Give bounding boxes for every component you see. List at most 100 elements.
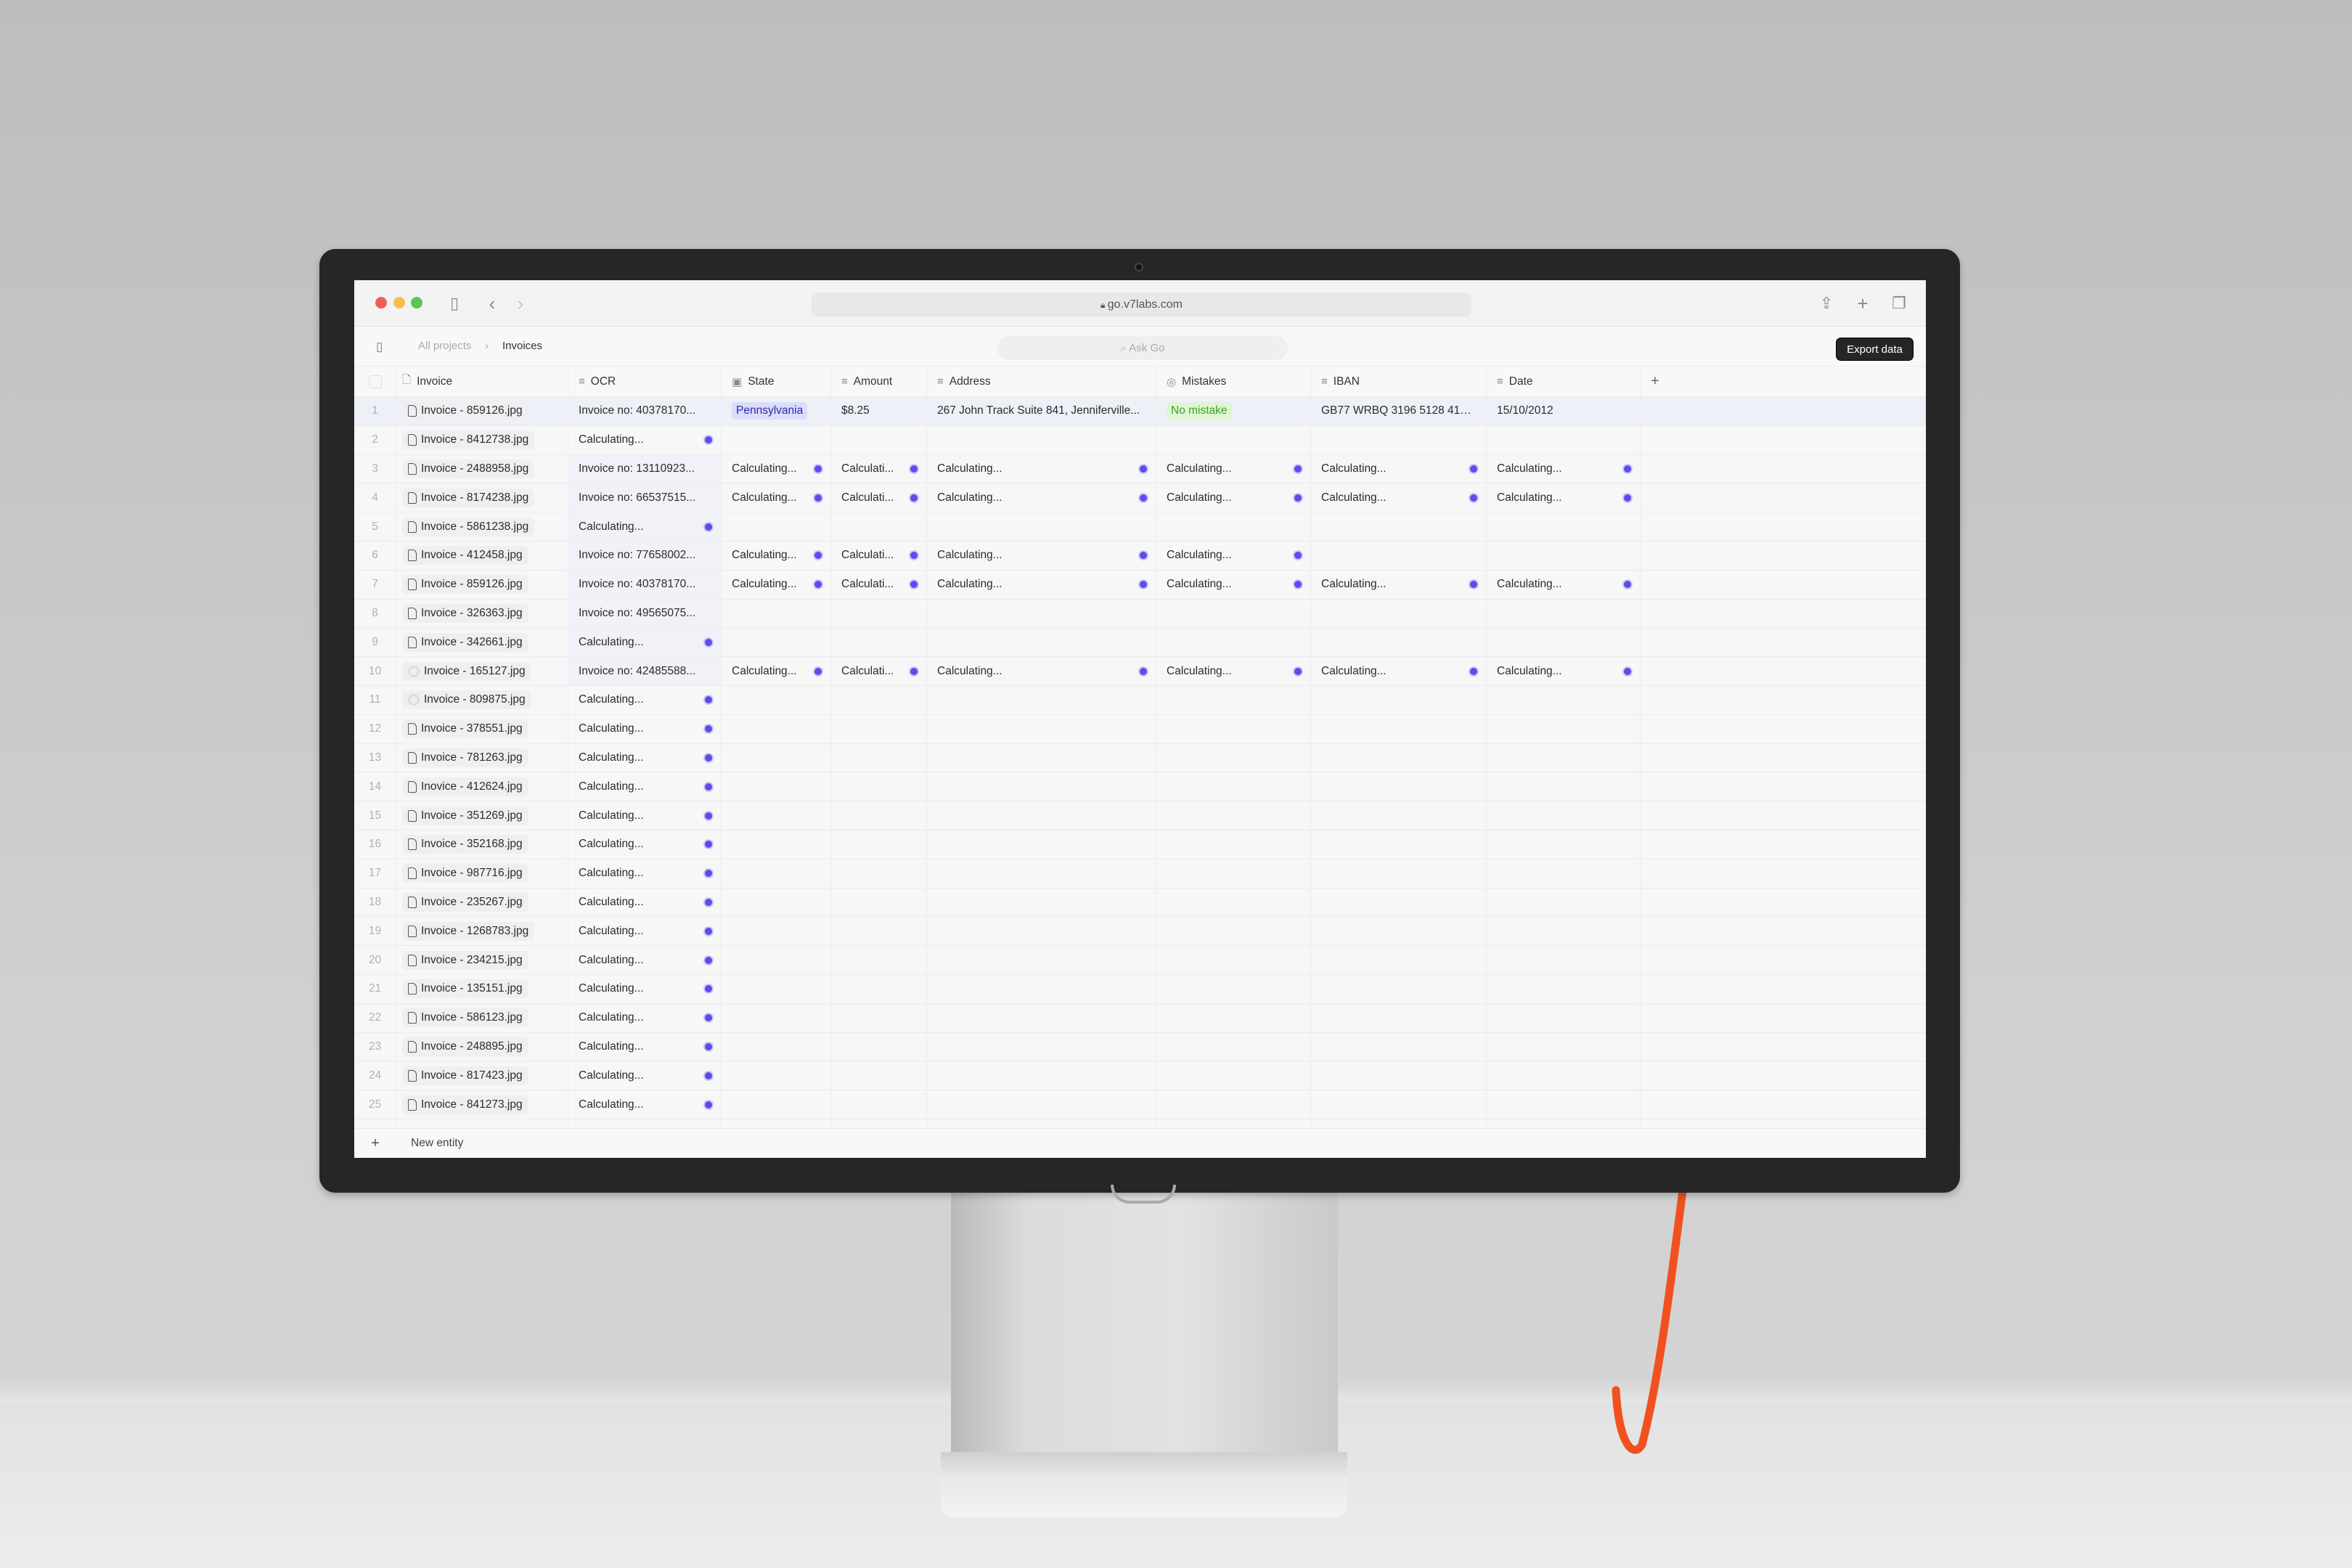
invoice-cell[interactable]: Invoice - 2488958.jpg [396,454,568,483]
table-row[interactable]: 15 Invoice - 351269.jpg Calculating... [354,801,1926,830]
cell-state[interactable]: Calculating... [722,483,831,513]
cell-mistakes[interactable] [1156,685,1311,714]
cell-iban[interactable] [1311,830,1487,859]
cell-state[interactable] [722,1032,831,1061]
table-row[interactable]: 14 Inovice - 412624.jpg Calculating... [354,772,1926,802]
invoice-cell[interactable]: Invoice - 378551.jpg [396,714,568,743]
file-chip[interactable]: Invoice - 412458.jpg [402,546,528,565]
cell-ocr[interactable]: Calculating... [568,1032,722,1061]
cell-address[interactable] [927,714,1156,743]
table-row[interactable]: 20 Invoice - 234215.jpg Calculating... [354,946,1926,975]
file-chip[interactable]: Invoice - 2488958.jpg [402,459,535,478]
cell-date[interactable] [1487,946,1641,974]
cell-date[interactable] [1487,743,1641,772]
invoice-cell[interactable]: Invoice - 859126.jpg [396,570,568,599]
cell-ocr[interactable]: Invoice no: 66537515... [568,483,722,513]
cell-amount[interactable] [831,425,927,454]
cell-date[interactable] [1487,714,1641,743]
invoice-cell[interactable]: Invoice - 1268783.jpg [396,917,568,946]
cell-amount[interactable] [831,599,927,628]
cell-address[interactable] [927,1032,1156,1061]
cell-mistakes[interactable] [1156,946,1311,974]
cell-iban[interactable] [1311,743,1487,772]
cell-date[interactable] [1487,772,1641,801]
panel-toggle-icon[interactable]: ▯ [376,340,383,354]
cell-address[interactable] [927,628,1156,657]
cell-date[interactable] [1487,1090,1641,1119]
cell-address[interactable]: Calculating... [927,541,1156,570]
invoice-cell[interactable]: Invoice - 817423.jpg [396,1061,568,1090]
table-row[interactable]: 9 Invoice - 342661.jpg Calculating... [354,628,1926,658]
cell-ocr[interactable]: Calculating... [568,513,722,541]
invoice-cell[interactable]: Invoice - 987716.jpg [396,859,568,888]
cell-amount[interactable] [831,628,927,657]
table-row[interactable]: 13 Invoice - 781263.jpg Calculating... [354,743,1926,773]
cell-address[interactable] [927,1090,1156,1119]
file-chip[interactable]: Invoice - 235267.jpg [402,892,528,912]
table-row[interactable]: 16 Invoice - 352168.jpg Calculating... [354,830,1926,859]
cell-mistakes[interactable] [1156,425,1311,454]
file-chip[interactable]: Invoice - 841273.jpg [402,1095,528,1114]
cell-mistakes[interactable] [1156,1032,1311,1061]
table-row[interactable]: 2 Invoice - 8412738.jpg Calculating... [354,425,1926,455]
cell-iban[interactable] [1311,859,1487,888]
cell-address[interactable]: Calculating... [927,570,1156,599]
cell-mistakes[interactable] [1156,772,1311,801]
cell-ocr[interactable]: Calculating... [568,946,722,974]
column-header-invoice[interactable]: 🗋︎ Invoice [396,367,568,396]
cell-mistakes[interactable]: No mistake [1156,397,1311,425]
cell-mistakes[interactable] [1156,830,1311,859]
cell-ocr[interactable]: Invoice no: 42485588... [568,657,722,685]
column-header-ocr[interactable]: ≡ OCR [568,367,722,396]
invoice-cell[interactable]: Invoice - 809875.jpg [396,685,568,714]
table-row[interactable]: 23 Invoice - 248895.jpg Calculating... [354,1032,1926,1062]
cell-iban[interactable] [1311,685,1487,714]
cell-ocr[interactable]: Invoice no: 77658002... [568,541,722,570]
column-header-date[interactable]: ≡ Date [1487,367,1641,396]
invoice-cell[interactable]: Invoice - 586123.jpg [396,1003,568,1032]
cell-amount[interactable]: Calculati... [831,454,927,483]
cell-state[interactable] [722,425,831,454]
cell-amount[interactable] [831,974,927,1003]
table-row[interactable]: 10 Invoice - 165127.jpg Invoice no: 424855… [354,657,1926,686]
cell-state[interactable]: Calculating... [722,454,831,483]
invoice-cell[interactable]: Invoice - 342661.jpg [396,628,568,657]
cell-date[interactable] [1487,888,1641,917]
cell-state[interactable] [722,714,831,743]
cell-mistakes[interactable]: Calculating... [1156,454,1311,483]
cell-address[interactable] [927,830,1156,859]
cell-iban[interactable] [1311,1090,1487,1119]
cell-ocr[interactable]: Calculating... [568,714,722,743]
cell-ocr[interactable]: Invoice no: 13110923... [568,454,722,483]
file-chip[interactable]: Invoice - 781263.jpg [402,748,528,767]
invoice-cell[interactable]: Invoice - 352168.jpg [396,830,568,859]
cell-iban[interactable] [1311,801,1487,830]
cell-iban[interactable] [1311,888,1487,917]
new-entity-button[interactable]: New entity [411,1137,463,1150]
cell-state[interactable]: Pennsylvania [722,397,831,425]
invoice-cell[interactable]: Invoice - 326363.jpg [396,599,568,628]
cell-address[interactable] [927,772,1156,801]
file-chip[interactable]: Invoice - 135151.jpg [402,979,528,999]
cell-amount[interactable] [831,1003,927,1032]
table-row[interactable]: 22 Invoice - 586123.jpg Calculating... [354,1003,1926,1033]
file-chip[interactable]: Invoice - 8174238.jpg [402,488,535,507]
cell-ocr[interactable]: Calculating... [568,859,722,888]
cell-state[interactable] [722,946,831,974]
cell-amount[interactable] [831,859,927,888]
cell-state[interactable]: Calculating... [722,570,831,599]
cell-date[interactable] [1487,974,1641,1003]
invoice-cell[interactable]: Invoice - 8174238.jpg [396,483,568,513]
cell-state[interactable] [722,859,831,888]
file-chip[interactable]: Inovice - 412624.jpg [402,777,528,796]
cell-address[interactable] [927,425,1156,454]
cell-ocr[interactable]: Calculating... [568,888,722,917]
table-row[interactable]: 25 Invoice - 841273.jpg Calculating... [354,1090,1926,1119]
cell-address[interactable]: Calculating... [927,483,1156,513]
add-column-button[interactable]: + [1641,367,1926,396]
cell-ocr[interactable]: Calculating... [568,830,722,859]
cell-amount[interactable]: Calculati... [831,570,927,599]
cell-iban[interactable]: Calculating... [1311,570,1487,599]
file-chip[interactable]: Invoice - 809875.jpg [402,690,531,710]
cell-amount[interactable]: $8.25 [831,397,927,425]
